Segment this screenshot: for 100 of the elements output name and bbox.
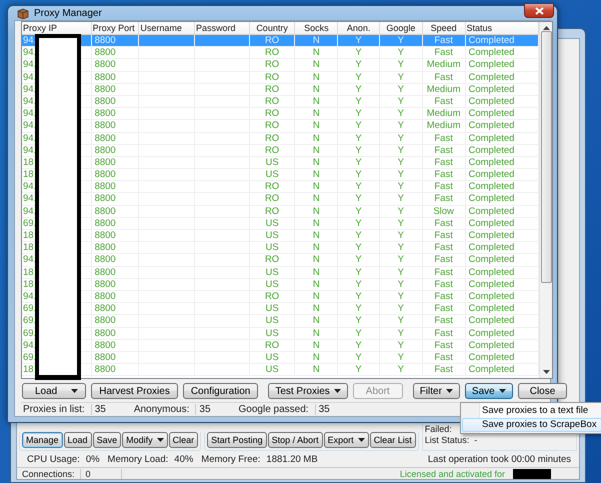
table-cell: Y (380, 35, 423, 46)
button[interactable]: Stop / Abort (268, 432, 323, 448)
redaction-box (513, 468, 551, 478)
table-cell: Y (338, 108, 380, 120)
column-header[interactable]: Speed (422, 22, 466, 34)
table-cell: Fast (422, 230, 466, 242)
table-cell: Y (380, 108, 423, 120)
table-cell: 8800 (92, 303, 140, 314)
button[interactable]: Manage (22, 432, 63, 448)
table-cell: US (250, 328, 296, 339)
table-cell: Fast (422, 218, 466, 229)
table-cell: US (250, 169, 296, 180)
scroll-down-icon[interactable] (542, 370, 550, 374)
table-cell: 8800 (92, 266, 140, 278)
dropdown-button[interactable]: Save (464, 383, 513, 399)
button[interactable]: Load (64, 432, 92, 448)
menu-item[interactable]: Save proxies to a text file (462, 404, 601, 418)
button[interactable]: Clear List (370, 432, 416, 448)
menu-item[interactable]: Save proxies to ScrapeBox (462, 418, 601, 432)
table-cell: 8800 (92, 328, 140, 339)
table-cell: N (295, 290, 338, 302)
table-cell: 8800 (92, 218, 140, 229)
failed-label: Failed: (424, 424, 452, 435)
table-cell: Fast (422, 364, 466, 376)
button[interactable]: Save (92, 432, 122, 448)
table-cell: N (295, 47, 338, 58)
table-cell: N (295, 230, 338, 242)
column-header[interactable]: Anon. (338, 22, 380, 34)
table-cell: Y (338, 120, 380, 132)
table-cell: 8800 (92, 156, 140, 168)
table-cell: Y (380, 181, 423, 192)
table-cell: RO (250, 120, 296, 132)
table-cell: RO (250, 254, 296, 266)
column-header[interactable]: Password (195, 22, 250, 34)
table-cell: N (295, 303, 338, 314)
table-cell: Y (338, 340, 380, 351)
table-cell: Fast (422, 254, 466, 266)
stat-label: Google passed: (238, 404, 309, 415)
close-button[interactable] (524, 3, 554, 18)
table-cell: 8800 (92, 72, 140, 83)
table-cell: Y (380, 84, 423, 95)
button[interactable]: Clear (168, 432, 198, 448)
table-cell: Y (380, 242, 423, 254)
table-cell: N (295, 156, 338, 168)
caret-icon (156, 438, 164, 442)
table-cell: Y (338, 59, 380, 71)
dropdown-button[interactable]: Export (324, 432, 369, 448)
column-header[interactable]: Country (250, 22, 296, 34)
column-header[interactable]: Google (380, 22, 423, 34)
button[interactable]: Harvest Proxies (91, 383, 178, 399)
table-cell: Y (380, 132, 423, 144)
table-cell: 8800 (92, 290, 140, 302)
table-cell: Medium (422, 108, 466, 120)
caret-icon (498, 389, 506, 393)
table-cell: Y (338, 303, 380, 314)
table-cell: RO (250, 96, 296, 108)
table-cell: US (250, 266, 296, 278)
table-cell: Y (380, 218, 423, 229)
dropdown-button[interactable]: Test Proxies (268, 383, 348, 399)
table-cell: 8800 (92, 254, 140, 266)
table-cell: US (250, 242, 296, 254)
table-cell: RO (250, 181, 296, 192)
table-cell: 8800 (92, 132, 140, 144)
button[interactable]: Close (518, 383, 568, 399)
table-row[interactable]: 94. 8800 RO N Y Y Fast Completed (22, 35, 540, 48)
table-cell: N (295, 242, 338, 254)
table-cell: US (250, 278, 296, 290)
stat-label: Proxies in list: (23, 404, 85, 415)
table-cell: Y (380, 206, 423, 217)
button[interactable]: Start Posting (207, 432, 267, 448)
table-cell: Fast (422, 181, 466, 192)
table-cell: 8800 (92, 340, 140, 351)
dropdown-button[interactable]: Filter (412, 383, 460, 399)
table-cell: Y (338, 254, 380, 266)
table-cell: 8800 (92, 242, 140, 254)
table-cell: 8800 (92, 364, 140, 376)
column-header[interactable]: Socks (295, 22, 338, 34)
dropdown-button[interactable]: Modify (122, 432, 168, 448)
table-cell: Fast (422, 352, 466, 364)
column-header[interactable]: Username (139, 22, 196, 34)
table-cell: Fast (422, 290, 466, 302)
table-cell: 8800 (92, 352, 140, 364)
column-header[interactable]: Proxy Port (92, 22, 140, 34)
table-cell: 8800 (92, 84, 140, 95)
table-cell: Fast (422, 35, 466, 46)
table-cell: Fast (422, 96, 466, 108)
table-cell: N (295, 108, 338, 120)
scrollbar-thumb[interactable] (540, 31, 552, 283)
table-cell: Y (380, 290, 423, 302)
stat-value: 0% (86, 454, 100, 466)
table-cell: 8800 (92, 108, 140, 120)
button[interactable]: Configuration (182, 383, 258, 399)
table-cell: Y (380, 278, 423, 290)
table-cell: N (295, 254, 338, 266)
table-cell: Y (380, 59, 423, 71)
table-cell: N (295, 181, 338, 192)
stat-value: 35 (314, 404, 330, 415)
table-cell: US (250, 230, 296, 242)
dropdown-button[interactable]: Load (22, 383, 86, 399)
table-cell: Y (338, 242, 380, 254)
